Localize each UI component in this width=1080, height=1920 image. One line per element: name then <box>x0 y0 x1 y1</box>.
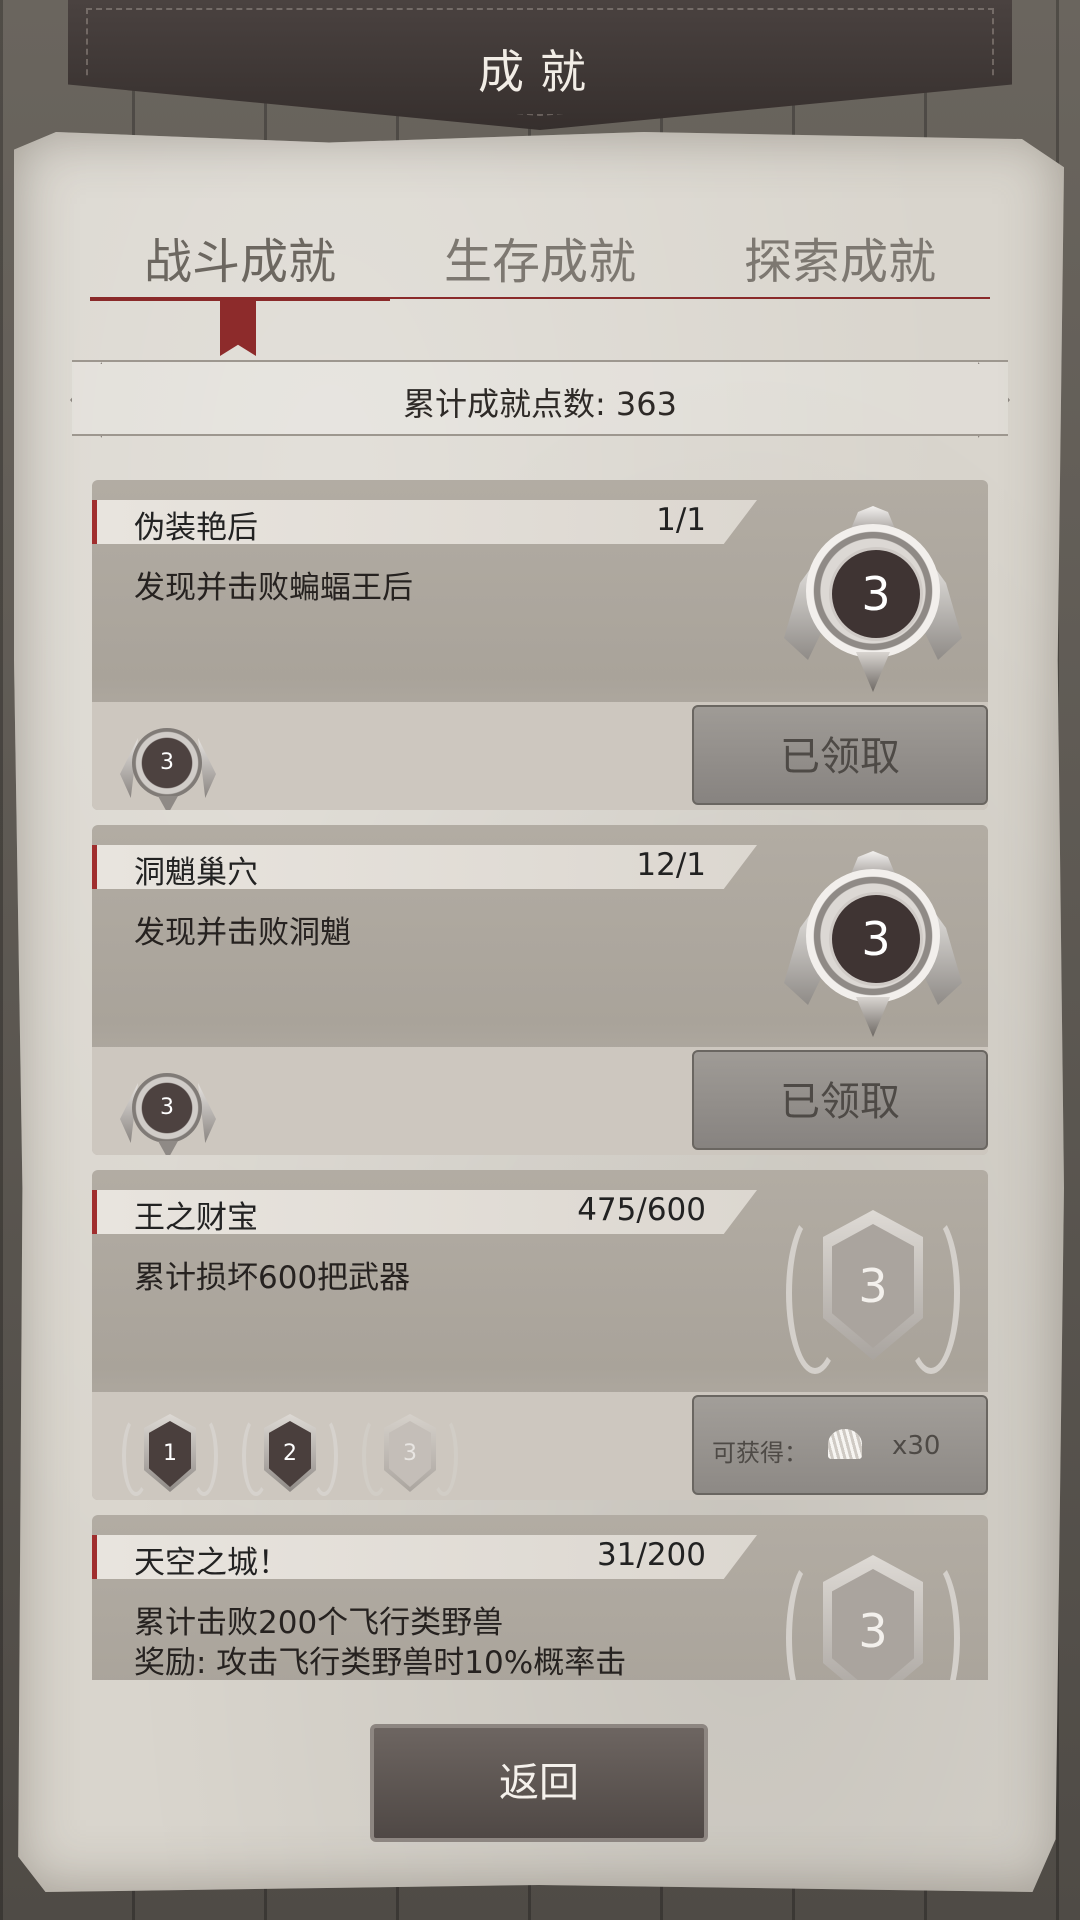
reward-quantity: x30 <box>892 1431 941 1461</box>
shell-icon <box>828 1429 862 1459</box>
achievement-progress: 1/1 <box>656 502 706 538</box>
medal-icon: 3 <box>778 847 968 1042</box>
achievement-card: 洞魈巢穴 12/1 发现并击败洞魈 3 3 已领取 <box>92 825 988 1155</box>
achievement-card: 伪装艳后 1/1 发现并击败蝙蝠王后 3 3 已领取 <box>92 480 988 810</box>
reward-label: 可获得： <box>712 1439 808 1467</box>
points-banner: 累计成就点数: 363 <box>70 360 1010 438</box>
tab-bar: 战斗成就 生存成就 探索成就 <box>90 222 990 302</box>
tier-medal-icon: 3 <box>120 1063 216 1155</box>
tab-combat[interactable]: 战斗成就 <box>90 222 390 292</box>
reward-button[interactable]: 可获得： x30 <box>692 1395 988 1495</box>
achievement-points: 累计成就点数: 363 <box>402 385 678 423</box>
achievement-name: 天空之城！ <box>134 1545 289 1581</box>
locked-shield-medal-icon: 3 <box>778 1537 968 1680</box>
achievement-desc: 累计击败200个飞行类野兽 奖励: 攻击飞行类野兽时10%概率击 <box>134 1605 627 1680</box>
claimed-button[interactable]: 已领取 <box>692 1050 988 1150</box>
locked-shield-medal-icon: 3 <box>778 1192 968 1387</box>
achievement-progress: 12/1 <box>636 847 706 883</box>
tier-medal-icon: 3 <box>120 718 216 810</box>
achievement-name: 伪装艳后 <box>134 510 258 546</box>
achievement-card: 天空之城！ 31/200 累计击败200个飞行类野兽 奖励: 攻击飞行类野兽时1… <box>92 1515 988 1680</box>
achievement-card: 王之财宝 475/600 累计损坏600把武器 3 1 2 3 可获得： x30 <box>92 1170 988 1500</box>
tier-1-shield-icon: 1 <box>120 1410 220 1500</box>
tier-3-shield-icon: 3 <box>360 1410 460 1500</box>
claimed-button[interactable]: 已领取 <box>692 705 988 805</box>
achievement-desc: 累计损坏600把武器 <box>134 1260 411 1296</box>
achievement-progress: 31/200 <box>596 1537 706 1573</box>
page-title: 成就 <box>478 45 602 99</box>
achievement-desc: 发现并击败洞魈 <box>134 915 351 951</box>
back-button[interactable]: 返回 <box>370 1724 708 1842</box>
medal-icon: 3 <box>778 502 968 697</box>
achievement-name: 洞魈巢穴 <box>134 855 258 891</box>
tier-2-shield-icon: 2 <box>240 1410 340 1500</box>
tab-explore[interactable]: 探索成就 <box>690 222 990 292</box>
achievement-progress: 475/600 <box>577 1192 706 1228</box>
tab-survival[interactable]: 生存成就 <box>390 222 690 292</box>
achievement-list[interactable]: 伪装艳后 1/1 发现并击败蝙蝠王后 3 3 已领取 洞魈巢穴 12/1 发现并… <box>92 480 988 1680</box>
achievement-desc: 发现并击败蝙蝠王后 <box>134 570 413 606</box>
achievement-name: 王之财宝 <box>134 1200 258 1236</box>
